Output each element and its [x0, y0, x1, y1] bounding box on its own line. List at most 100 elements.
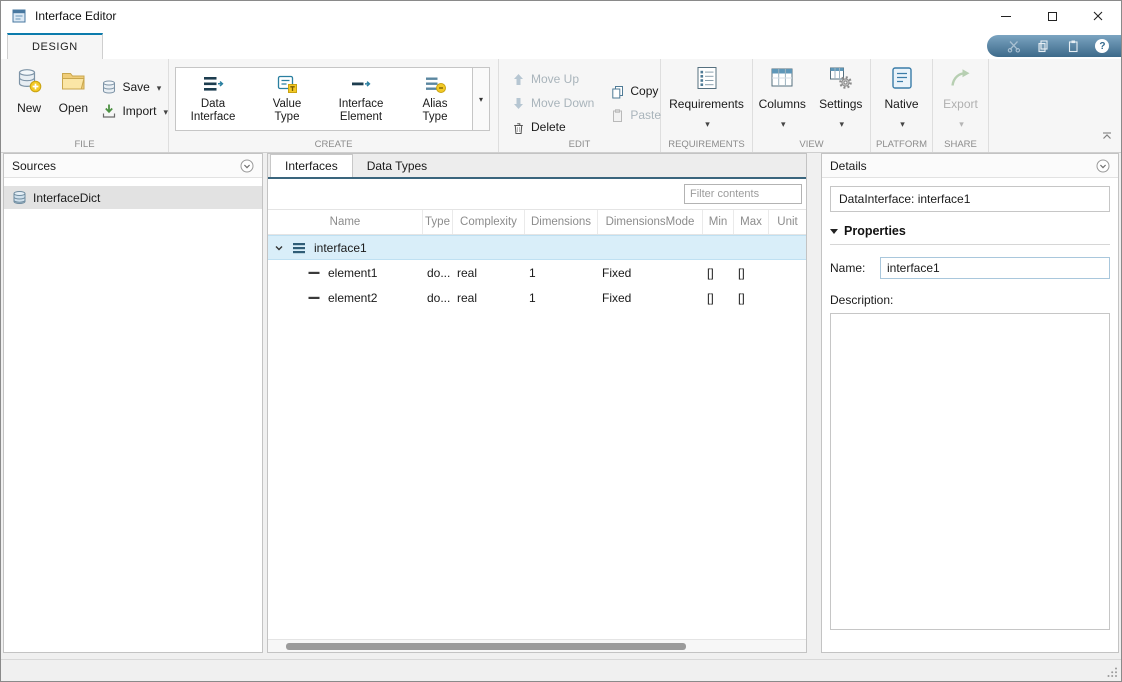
resize-grip[interactable] — [1106, 666, 1118, 678]
ribbon-group-platform: Native PLATFORM — [871, 59, 933, 152]
group-label-create: CREATE — [169, 139, 498, 150]
interface-element-button[interactable]: Interface Element — [324, 68, 398, 130]
export-button[interactable]: Export — [933, 59, 988, 132]
column-header-name[interactable]: Name — [268, 210, 423, 234]
details-title: Details — [830, 159, 867, 173]
collapse-ribbon-button[interactable] — [1101, 128, 1113, 146]
new-icon — [16, 67, 42, 93]
move-up-button[interactable]: Move Up — [511, 71, 594, 87]
sources-title: Sources — [12, 159, 56, 173]
filter-row — [268, 179, 806, 209]
close-button[interactable] — [1075, 1, 1121, 31]
horizontal-scrollbar[interactable] — [268, 639, 806, 652]
tab-interfaces[interactable]: Interfaces — [270, 154, 353, 177]
group-label-requirements: REQUIREMENTS — [661, 139, 752, 150]
move-down-button[interactable]: Move Down — [511, 95, 594, 111]
sources-list: InterfaceDict — [4, 178, 262, 209]
name-field[interactable] — [880, 257, 1110, 279]
column-header-min[interactable]: Min — [703, 210, 734, 234]
requirements-label: Requirements — [669, 97, 744, 111]
chevron-down-icon[interactable] — [274, 243, 284, 253]
paste-button-ribbon[interactable]: Paste — [610, 107, 661, 123]
delete-label: Delete — [531, 120, 566, 134]
tab-data-types[interactable]: Data Types — [353, 154, 441, 177]
value-type-label-1: Value — [273, 98, 302, 111]
row-name: element1 — [328, 266, 377, 280]
row-type: do... — [423, 266, 453, 280]
window-title: Interface Editor — [35, 9, 116, 23]
minimize-button[interactable] — [983, 1, 1029, 31]
import-dropdown-icon — [161, 104, 168, 118]
save-button[interactable]: Save — [101, 79, 168, 95]
alias-type-button[interactable]: Alias Type — [398, 68, 472, 130]
cut-button[interactable] — [1003, 36, 1025, 56]
table-row-element1[interactable]: element1 do... real 1 Fixed [] [] — [268, 260, 806, 285]
columns-icon — [769, 65, 795, 91]
save-label: Save — [122, 80, 149, 94]
app-icon — [11, 8, 27, 24]
row-name: element2 — [328, 291, 377, 305]
value-type-icon — [276, 73, 298, 95]
details-panel-header: Details — [822, 154, 1118, 178]
horizontal-scrollbar-thumb[interactable] — [286, 643, 686, 650]
interface-element-icon — [350, 73, 372, 95]
help-button[interactable] — [1091, 36, 1113, 56]
details-collapse-button[interactable] — [1096, 159, 1110, 173]
sources-collapse-button[interactable] — [240, 159, 254, 173]
name-field-label: Name: — [830, 261, 872, 275]
description-field[interactable] — [830, 313, 1110, 630]
interface-icon — [292, 241, 306, 255]
main-area: Sources InterfaceDict — [1, 153, 1121, 659]
column-header-dimensionsmode[interactable]: DimensionsMode — [598, 210, 703, 234]
details-panel: Details DataInterface: interface1 Proper… — [821, 153, 1119, 653]
element-dash-icon — [308, 271, 320, 275]
column-header-type[interactable]: Type — [423, 210, 453, 234]
row-dimensions: 1 — [525, 291, 598, 305]
ribbon-group-create: Data Interface Value Type — [169, 59, 499, 152]
delete-button[interactable]: Delete — [511, 119, 594, 135]
column-header-complexity[interactable]: Complexity — [453, 210, 525, 234]
close-icon — [1093, 11, 1103, 21]
tab-design[interactable]: DESIGN — [7, 33, 103, 59]
data-interface-icon — [202, 73, 224, 95]
table-row-element2[interactable]: element2 do... real 1 Fixed [] [] — [268, 285, 806, 310]
value-type-button[interactable]: Value Type — [250, 68, 324, 130]
copy-button-ribbon[interactable]: Copy — [610, 83, 661, 99]
native-dropdown-icon — [898, 114, 905, 132]
data-interface-button[interactable]: Data Interface — [176, 68, 250, 130]
quick-access-toolbar — [987, 35, 1121, 57]
paste-icon — [1066, 39, 1080, 53]
create-gallery: Data Interface Value Type — [175, 67, 490, 131]
cut-icon — [1007, 39, 1021, 53]
paste-button[interactable] — [1062, 36, 1084, 56]
export-icon — [948, 65, 974, 91]
editor-tab-strip: Interfaces Data Types — [268, 154, 806, 179]
native-label: Native — [884, 97, 918, 111]
filter-input[interactable] — [684, 184, 802, 204]
open-icon — [60, 67, 86, 93]
requirements-button[interactable]: Requirements — [661, 59, 752, 132]
properties-heading: Properties — [844, 224, 906, 238]
alias-type-icon — [424, 73, 446, 95]
columns-dropdown-icon — [779, 114, 786, 132]
maximize-button[interactable] — [1029, 1, 1075, 31]
group-label-share: SHARE — [933, 139, 988, 150]
maximize-icon — [1048, 12, 1057, 21]
titlebar[interactable]: Interface Editor — [1, 1, 1121, 31]
properties-section-header[interactable]: Properties — [830, 224, 1110, 245]
sources-item-interfacedict[interactable]: InterfaceDict — [4, 186, 262, 209]
import-button[interactable]: Import — [101, 103, 168, 119]
create-gallery-dropdown[interactable] — [472, 68, 489, 130]
copy-button[interactable] — [1032, 36, 1054, 56]
row-dimensionsmode: Fixed — [598, 291, 703, 305]
column-header-dimensions[interactable]: Dimensions — [525, 210, 598, 234]
column-header-max[interactable]: Max — [734, 210, 769, 234]
description-field-label: Description: — [830, 293, 1110, 307]
table-row-interface1[interactable]: interface1 — [268, 235, 806, 260]
native-button[interactable]: Native — [871, 59, 932, 132]
sources-panel-header: Sources — [4, 154, 262, 178]
save-icon — [101, 79, 117, 95]
element-dash-icon — [308, 296, 320, 300]
row-complexity: real — [453, 266, 525, 280]
column-header-unit[interactable]: Unit — [769, 210, 806, 234]
